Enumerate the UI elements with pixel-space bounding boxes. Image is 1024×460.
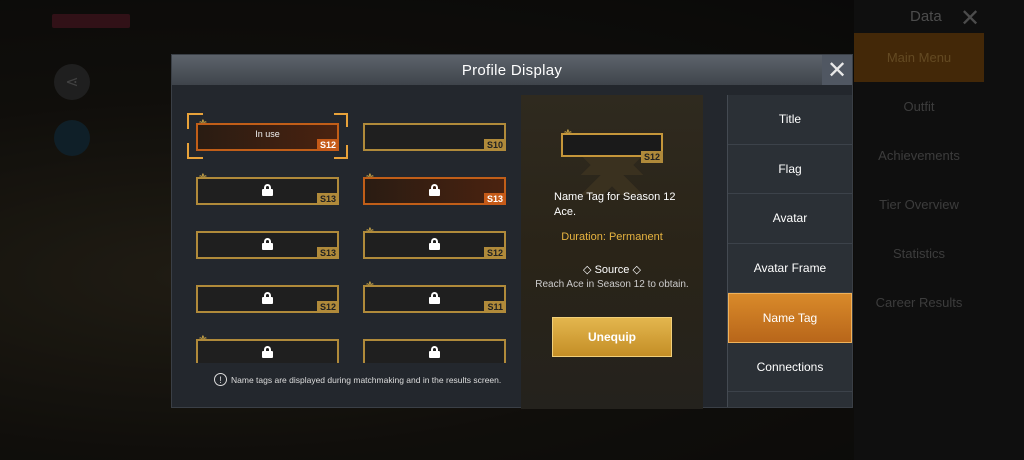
- source-text: Reach Ace in Season 12 to obtain.: [535, 279, 689, 290]
- name-tag-item[interactable]: ⚜S13: [196, 171, 339, 205]
- source-heading: ◇ Source ◇: [583, 264, 641, 276]
- preview-season-badge: S12: [640, 151, 663, 163]
- season-badge: S13: [316, 193, 339, 205]
- name-tag-item[interactable]: ⚜S11: [363, 279, 506, 313]
- lock-icon: [429, 346, 440, 358]
- lock-icon: [262, 184, 273, 196]
- season-badge: S10: [483, 139, 506, 151]
- name-tag-item[interactable]: S12: [196, 279, 339, 313]
- dialog-header: Profile Display ✕: [172, 55, 852, 85]
- name-tag-detail-panel: ⚜ S12 Name Tag for Season 12 Ace. Durati…: [521, 95, 703, 409]
- lock-icon: [429, 292, 440, 304]
- name-tag-item[interactable]: S10: [363, 117, 506, 151]
- lock-icon: [262, 292, 273, 304]
- profile-display-dialog: Profile Display ✕ ⚜In useS12S10⚜S13⚜S13S…: [171, 54, 853, 409]
- season-badge: S11: [484, 301, 506, 313]
- name-tag-duration: Duration: Permanent: [561, 231, 663, 243]
- name-tag-item[interactable]: ⚜In useS12: [187, 113, 348, 159]
- tab-avatar-frame[interactable]: Avatar Frame: [728, 244, 852, 293]
- tab-name-tag[interactable]: Name Tag: [728, 293, 852, 343]
- lock-icon: [429, 184, 440, 196]
- category-tabs: Title Flag Avatar Avatar Frame Name Tag Conne…: [728, 95, 852, 407]
- tab-avatar[interactable]: Avatar: [728, 194, 852, 244]
- lock-icon: [262, 346, 273, 358]
- name-tag-name: Name Tag for Season 12 Ace.: [554, 191, 676, 218]
- tab-title[interactable]: Title: [728, 95, 852, 145]
- name-tag-item[interactable]: ⚜: [196, 333, 339, 363]
- name-tag-grid[interactable]: ⚜In useS12S10⚜S13⚜S13S13⚜S12S12⚜S11⚜: [182, 93, 510, 363]
- lock-icon: [429, 238, 440, 250]
- season-badge: S12: [316, 301, 339, 313]
- unequip-button[interactable]: Unequip: [552, 317, 672, 357]
- name-tag-item[interactable]: ⚜S13: [363, 171, 506, 205]
- info-note-text: Name tags are displayed during matchmaki…: [231, 374, 502, 385]
- dialog-title: Profile Display: [461, 61, 563, 79]
- lock-icon: [262, 238, 273, 250]
- name-tag-preview: ⚜ S12: [561, 127, 663, 163]
- season-badge: S13: [483, 193, 506, 205]
- name-tag-item[interactable]: [363, 333, 506, 363]
- name-tag-item[interactable]: ⚜S12: [363, 225, 506, 259]
- tab-connections[interactable]: Connections: [728, 343, 852, 392]
- close-icon[interactable]: ✕: [822, 55, 852, 85]
- info-note: ! Name tags are displayed during matchma…: [214, 373, 501, 386]
- in-use-label: In use: [255, 129, 280, 139]
- season-badge: S13: [316, 247, 339, 259]
- season-badge: S12: [483, 247, 506, 259]
- selection-corner: [334, 145, 348, 159]
- selection-corner: [334, 113, 348, 127]
- tab-flag[interactable]: Flag: [728, 145, 852, 194]
- source-heading-text: Source: [594, 264, 630, 276]
- info-icon: !: [214, 373, 227, 386]
- name-tag-item[interactable]: S13: [196, 225, 339, 259]
